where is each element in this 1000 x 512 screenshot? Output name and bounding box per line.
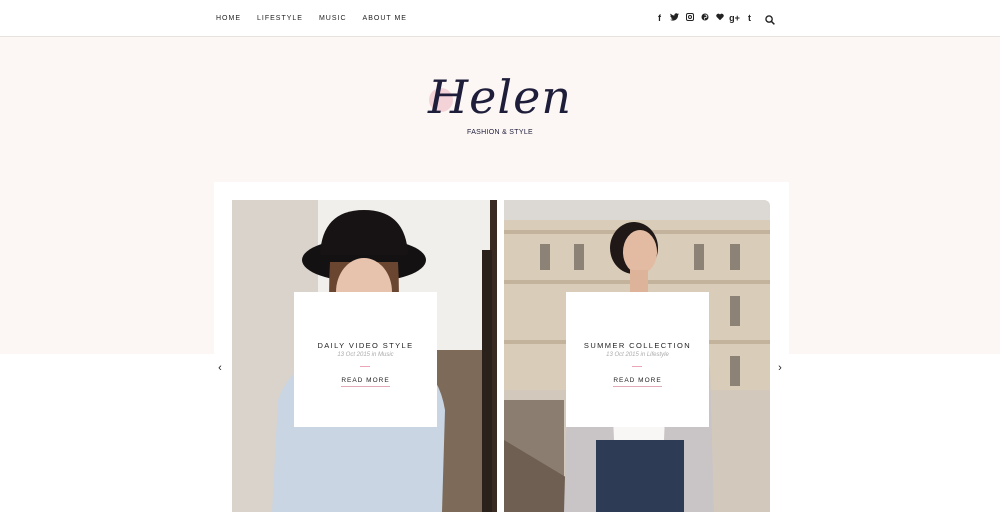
divider: [632, 366, 642, 367]
twitter-icon[interactable]: [667, 12, 682, 24]
menu-item-home[interactable]: HOME: [216, 15, 241, 23]
menu-item-lifestyle[interactable]: LIFESTYLE: [257, 15, 303, 23]
main-menu: HOME LIFESTYLE MUSIC ABOUT ME: [216, 15, 423, 23]
slider-next-arrow-icon[interactable]: ›: [774, 362, 786, 374]
top-navigation-bar: HOME LIFESTYLE MUSIC ABOUT ME f g+ t: [0, 0, 1000, 37]
post-meta: 13 Oct 2015 in Lifestyle: [606, 352, 669, 358]
read-more-link[interactable]: READ MORE: [566, 377, 709, 387]
post-meta: 13 Oct 2015 in Music: [337, 352, 394, 358]
divider: [360, 366, 370, 367]
instagram-icon[interactable]: [682, 12, 697, 24]
read-more-link[interactable]: READ MORE: [294, 377, 437, 387]
facebook-icon[interactable]: f: [652, 12, 667, 24]
google-plus-icon[interactable]: g+: [727, 12, 742, 24]
heart-icon[interactable]: [712, 12, 727, 24]
search-icon[interactable]: [765, 12, 779, 26]
tumblr-icon[interactable]: t: [742, 12, 757, 24]
logo-tagline: FASHION & STYLE: [467, 129, 533, 136]
social-icons: f g+ t: [652, 12, 757, 24]
pinterest-icon[interactable]: [697, 12, 712, 24]
menu-item-about-me[interactable]: ABOUT ME: [363, 15, 407, 23]
logo-text: Helen: [428, 70, 572, 124]
read-more-label[interactable]: READ MORE: [341, 377, 390, 387]
slider-prev-arrow-icon[interactable]: ‹: [214, 362, 226, 374]
menu-item-music[interactable]: MUSIC: [319, 15, 347, 23]
read-more-label[interactable]: READ MORE: [613, 377, 662, 387]
post-card: DAILY VIDEO STYLE 13 Oct 2015 in Music R…: [294, 292, 437, 427]
post-title[interactable]: DAILY VIDEO STYLE: [294, 341, 437, 350]
post-title[interactable]: SUMMER COLLECTION: [566, 341, 709, 350]
post-card: SUMMER COLLECTION 13 Oct 2015 in Lifesty…: [566, 292, 709, 427]
